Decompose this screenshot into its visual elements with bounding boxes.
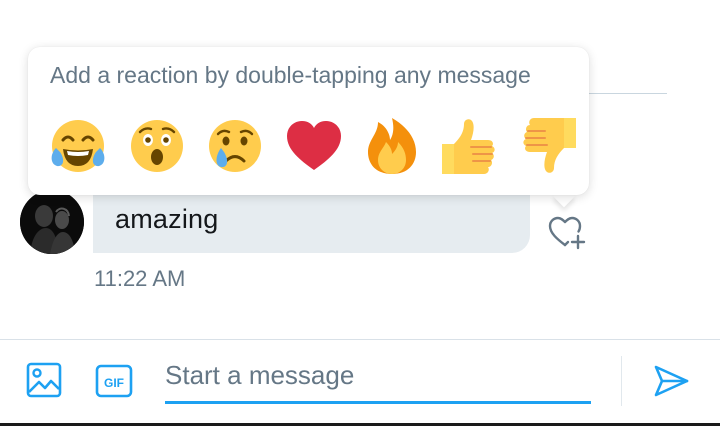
image-icon [26,362,62,398]
thumbs-up-emoji[interactable] [438,114,502,178]
add-reaction-button[interactable] [545,212,589,252]
gif-icon: GIF [95,364,133,398]
composer-separator [621,356,622,406]
message-input[interactable] [165,356,591,404]
emoji-picker-row [46,114,576,178]
tears-of-joy-icon [51,120,105,172]
fire-icon [368,118,416,174]
message-timestamp: 11:22 AM [94,266,186,291]
thumbs-up-icon [442,119,495,174]
fire-emoji[interactable] [360,114,424,178]
send-button[interactable] [652,362,690,400]
heart-icon [287,121,341,170]
message-text: amazing [115,204,219,234]
tears-of-joy-emoji[interactable] [46,114,110,178]
heart-emoji[interactable] [282,114,346,178]
svg-text:GIF: GIF [104,376,124,390]
send-icon [654,365,689,397]
heart-plus-icon [548,216,586,250]
thumbs-down-icon [523,118,576,173]
composer-divider [0,339,720,340]
crying-icon [209,120,261,172]
surprised-icon [131,120,183,172]
thumbs-down-emoji[interactable] [516,114,580,178]
avatar-image [20,190,84,254]
avatar[interactable] [20,190,84,254]
surprised-emoji[interactable] [125,114,189,178]
add-gif-button[interactable]: GIF [95,364,133,398]
dm-conversation-screen: amazing 11:22 AM Add a reaction by doubl… [0,0,720,426]
crying-emoji[interactable] [203,114,267,178]
reaction-hint: Add a reaction by double-tapping any mes… [50,62,531,88]
add-photo-button[interactable] [26,362,62,398]
